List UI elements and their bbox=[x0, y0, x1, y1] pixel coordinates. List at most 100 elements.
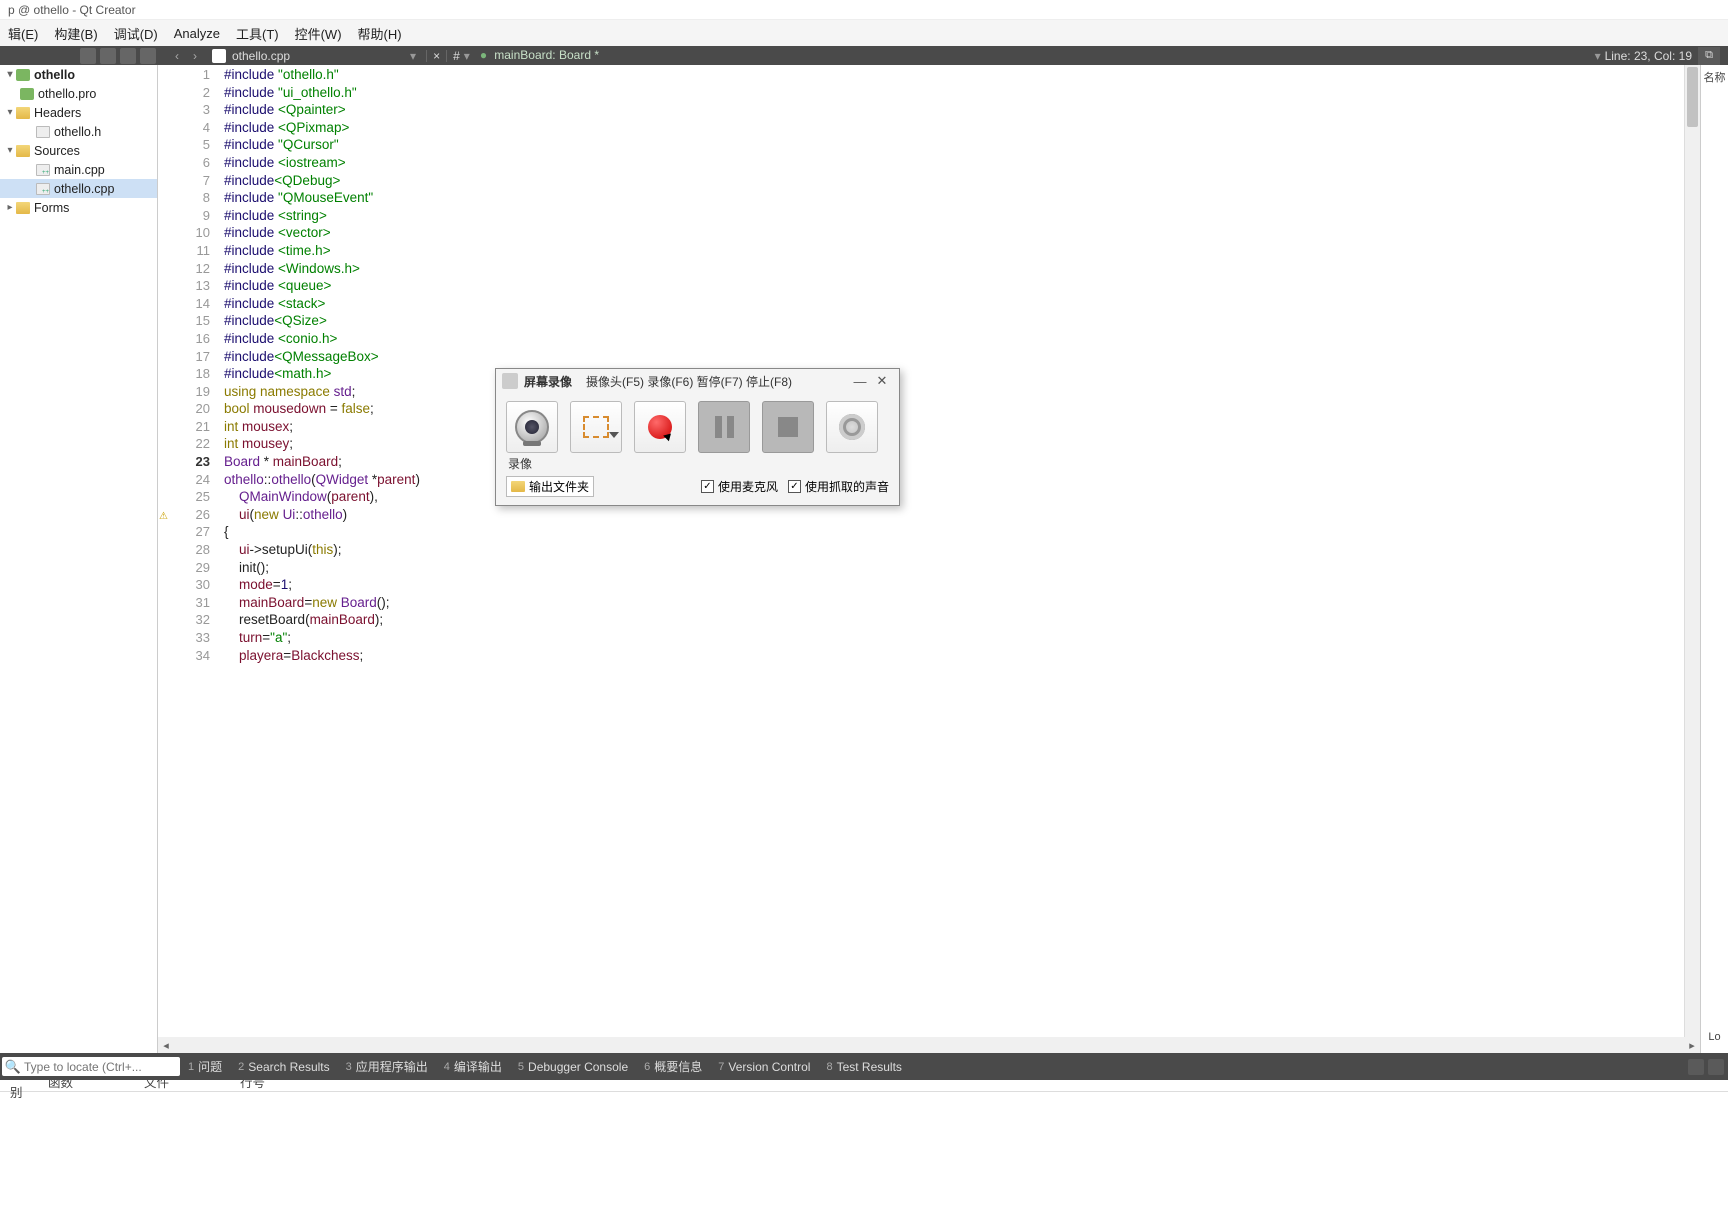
open-file-tab[interactable]: othello.cpp ▾ × # ▾ ● mainBoard: Board * bbox=[212, 48, 599, 63]
bottom-output-tab[interactable]: 3应用程序输出 bbox=[338, 1058, 436, 1075]
recorder-close-button[interactable]: ✕ bbox=[871, 372, 893, 390]
project-icon bbox=[16, 69, 30, 81]
right-side-pane: 名称 Lo bbox=[1700, 65, 1728, 1053]
record-button[interactable] bbox=[634, 401, 686, 453]
locator-input[interactable] bbox=[24, 1060, 176, 1074]
current-file-name: othello.cpp bbox=[232, 49, 290, 63]
settings-button[interactable] bbox=[826, 401, 878, 453]
horizontal-scrollbar[interactable]: ◂ ▸ bbox=[158, 1037, 1700, 1053]
bottom-output-tab[interactable]: 4编译输出 bbox=[436, 1058, 510, 1075]
cpp-file-icon bbox=[212, 49, 226, 63]
menu-edit[interactable]: 辑(E) bbox=[0, 21, 46, 46]
right-pane-footer: Lo bbox=[1708, 1031, 1720, 1043]
separator bbox=[426, 50, 427, 62]
folder-icon bbox=[16, 202, 30, 214]
cpp-file-icon bbox=[36, 164, 50, 176]
symbol-context[interactable]: ● mainBoard: Board * bbox=[480, 48, 599, 63]
chevron-down-icon bbox=[609, 432, 619, 438]
menu-debug[interactable]: 调试(D) bbox=[106, 21, 166, 46]
context-dropdown-icon[interactable]: ▾ bbox=[1595, 49, 1601, 63]
menu-analyze[interactable]: Analyze bbox=[166, 23, 228, 44]
webcam-icon bbox=[515, 410, 549, 444]
nav-back-icon[interactable]: ‹ bbox=[170, 49, 184, 63]
menubar: 辑(E) 构建(B) 调试(D) Analyze 工具(T) 控件(W) 帮助(… bbox=[0, 20, 1728, 46]
project-tree[interactable]: ▾ othello othello.pro ▾ Headers othello.… bbox=[0, 65, 158, 1053]
bottom-output-tab[interactable]: 8Test Results bbox=[818, 1058, 909, 1075]
stop-button[interactable] bbox=[762, 401, 814, 453]
nav-forward-icon[interactable]: › bbox=[188, 49, 202, 63]
bottom-output-tab[interactable]: 7Version Control bbox=[710, 1058, 818, 1075]
editor-toolbar: ‹ › othello.cpp ▾ × # ▾ ● mainBoard: Boa… bbox=[0, 46, 1728, 65]
output-folder-button[interactable]: 输出文件夹 bbox=[506, 476, 594, 497]
chevron-down-icon[interactable]: ▾ bbox=[4, 107, 16, 118]
scroll-left-icon[interactable]: ◂ bbox=[158, 1039, 174, 1052]
close-file-button[interactable]: × bbox=[433, 49, 440, 63]
scrollbar-thumb[interactable] bbox=[1687, 67, 1698, 127]
checkbox-checked-icon: ✓ bbox=[701, 480, 714, 493]
source-main-file[interactable]: main.cpp bbox=[0, 160, 157, 179]
main-area: ▾ othello othello.pro ▾ Headers othello.… bbox=[0, 65, 1728, 1053]
toggle-progress-icon[interactable] bbox=[1688, 1059, 1704, 1075]
source-othello-file[interactable]: othello.cpp bbox=[0, 179, 157, 198]
use-system-sound-checkbox[interactable]: ✓ 使用抓取的声音 bbox=[788, 478, 889, 495]
header-file[interactable]: othello.h bbox=[0, 122, 157, 141]
folder-icon bbox=[16, 145, 30, 157]
close-split-icon[interactable] bbox=[140, 48, 156, 64]
right-pane-header-name: 名称 bbox=[1704, 69, 1726, 85]
code-editor[interactable]: 1234567891011121314151617181920212223242… bbox=[158, 65, 1700, 1053]
toggle-sidebar-icon[interactable]: ⧉ bbox=[1698, 47, 1720, 65]
symbol-dropdown-icon[interactable]: ▾ bbox=[464, 49, 470, 63]
forms-folder[interactable]: ▸ Forms bbox=[0, 198, 157, 217]
stack-trace-panel: 级别 函数 文件 行号 bbox=[0, 1071, 1728, 1221]
stop-icon bbox=[778, 417, 798, 437]
bottom-right-icons bbox=[1688, 1059, 1724, 1075]
webcam-button[interactable] bbox=[506, 401, 558, 453]
bottom-status-bar: 🔍 1问题2Search Results3应用程序输出4编译输出5Debugge… bbox=[0, 1053, 1728, 1080]
chevron-down-icon[interactable]: ▾ bbox=[4, 69, 16, 80]
cpp-file-icon bbox=[36, 183, 50, 195]
checkbox-checked-icon: ✓ bbox=[788, 480, 801, 493]
recorder-button-row bbox=[496, 393, 899, 455]
bottom-output-tab[interactable]: 5Debugger Console bbox=[510, 1058, 636, 1075]
window-titlebar: p @ othello - Qt Creator bbox=[0, 0, 1728, 20]
menu-build[interactable]: 构建(B) bbox=[46, 21, 105, 46]
menu-widgets[interactable]: 控件(W) bbox=[287, 21, 350, 46]
code-content[interactable]: #include "othello.h"#include "ui_othello… bbox=[218, 65, 1684, 1053]
file-dropdown-icon[interactable]: ▾ bbox=[410, 49, 416, 63]
window-title: p @ othello - Qt Creator bbox=[8, 3, 136, 17]
use-microphone-checkbox[interactable]: ✓ 使用麦克风 bbox=[701, 478, 778, 495]
chevron-right-icon[interactable]: ▸ bbox=[4, 202, 16, 213]
locator-search[interactable]: 🔍 bbox=[2, 1057, 180, 1076]
menu-help[interactable]: 帮助(H) bbox=[350, 21, 410, 46]
split-h-icon[interactable] bbox=[100, 48, 116, 64]
pro-file[interactable]: othello.pro bbox=[0, 84, 157, 103]
recorder-titlebar[interactable]: 屏幕录像 摄像头(F5) 录像(F6) 暂停(F7) 停止(F8) — ✕ bbox=[496, 369, 899, 393]
vertical-scrollbar[interactable] bbox=[1684, 65, 1700, 1053]
search-icon: 🔍 bbox=[6, 1060, 20, 1074]
headers-folder[interactable]: ▾ Headers bbox=[0, 103, 157, 122]
hash-label: # bbox=[453, 49, 460, 63]
h-file-icon bbox=[36, 126, 50, 138]
toggle-sidebar-bottom-icon[interactable] bbox=[1708, 1059, 1724, 1075]
recorder-title: 屏幕录像 bbox=[524, 373, 572, 390]
recorder-hotkeys: 摄像头(F5) 录像(F6) 暂停(F7) 停止(F8) bbox=[586, 373, 792, 390]
pause-button[interactable] bbox=[698, 401, 750, 453]
split-v-icon[interactable] bbox=[120, 48, 136, 64]
crop-icon bbox=[583, 416, 609, 438]
bottom-output-tab[interactable]: 1问题 bbox=[180, 1058, 230, 1075]
line-number-gutter: 1234567891011121314151617181920212223242… bbox=[158, 65, 218, 1053]
menu-tools[interactable]: 工具(T) bbox=[228, 21, 287, 46]
pause-icon bbox=[715, 416, 734, 438]
screen-recorder-dialog[interactable]: 屏幕录像 摄像头(F5) 录像(F6) 暂停(F7) 停止(F8) — ✕ 录像 bbox=[495, 368, 900, 506]
nav-arrows: ‹ › bbox=[170, 49, 202, 63]
recorder-minimize-button[interactable]: — bbox=[849, 372, 871, 390]
scroll-right-icon[interactable]: ▸ bbox=[1684, 1039, 1700, 1052]
project-root[interactable]: ▾ othello bbox=[0, 65, 157, 84]
bottom-output-tab[interactable]: 6概要信息 bbox=[636, 1058, 710, 1075]
folder-icon bbox=[16, 107, 30, 119]
bottom-output-tab[interactable]: 2Search Results bbox=[230, 1058, 338, 1075]
chevron-down-icon[interactable]: ▾ bbox=[4, 145, 16, 156]
split-icon[interactable] bbox=[80, 48, 96, 64]
select-region-button[interactable] bbox=[570, 401, 622, 453]
sources-folder[interactable]: ▾ Sources bbox=[0, 141, 157, 160]
